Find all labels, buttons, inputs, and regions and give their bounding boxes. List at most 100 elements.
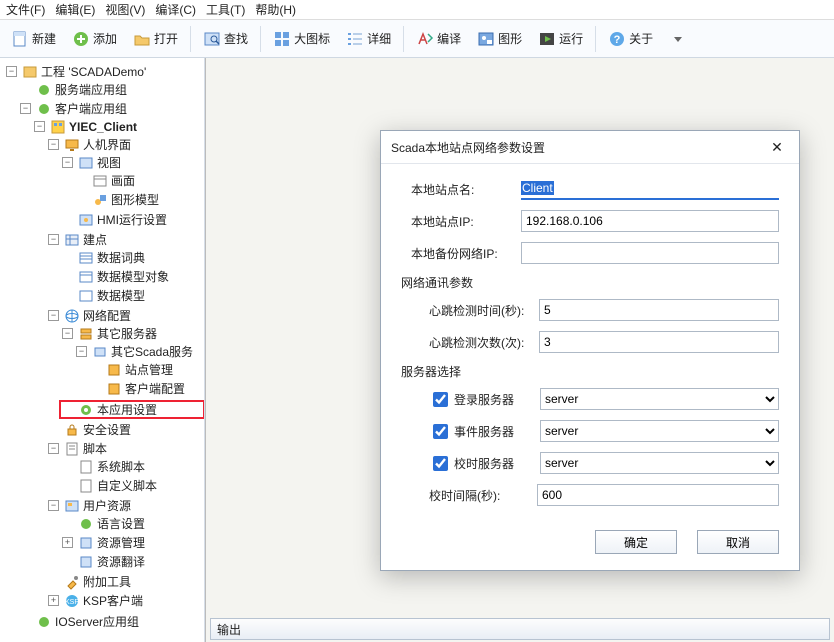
collapse-icon[interactable]: − (6, 66, 17, 77)
tree-yiec-client[interactable]: −YIEC_Client (32, 118, 204, 135)
cancel-button[interactable]: 取消 (697, 530, 779, 554)
tree-other-server[interactable]: −其它服务器 (60, 325, 204, 342)
time-server-select[interactable]: server (540, 452, 779, 474)
compile-icon (416, 30, 434, 48)
sync-interval-input[interactable] (537, 484, 779, 506)
tree-this-app-setting[interactable]: 本应用设置 (60, 401, 204, 418)
tb-about[interactable]: ? 关于 (601, 26, 660, 52)
tree-graphic-model[interactable]: 图形模型 (74, 191, 204, 208)
collapse-icon[interactable]: − (20, 103, 31, 114)
lock-icon (64, 422, 80, 438)
tb-large-icon[interactable]: 大图标 (266, 26, 337, 52)
collapse-icon[interactable]: − (76, 346, 87, 357)
site-name-input[interactable]: Client (521, 178, 779, 200)
collapse-icon[interactable]: − (34, 121, 45, 132)
collapse-icon[interactable]: − (62, 157, 73, 168)
tb-compile-label: 编译 (437, 30, 461, 47)
sync-interval-label: 校时间隔(秒): (429, 487, 537, 504)
svg-text:KSP: KSP (65, 599, 79, 606)
tree-data-model[interactable]: 数据模型 (60, 287, 204, 304)
tb-compile[interactable]: 编译 (409, 26, 468, 52)
menu-view[interactable]: 视图(V) (105, 1, 145, 18)
output-panel-header[interactable]: 输出 (210, 618, 830, 640)
menu-edit[interactable]: 编辑(E) (55, 1, 95, 18)
site-ip-input[interactable] (521, 210, 779, 232)
tree-hmi-run[interactable]: HMI运行设置 (60, 211, 204, 228)
expand-icon[interactable]: + (62, 537, 73, 548)
tree-site-mgmt[interactable]: 站点管理 (88, 361, 204, 378)
tb-detail[interactable]: 详细 (339, 26, 398, 52)
toolbar-separator (190, 26, 191, 52)
collapse-icon[interactable]: − (62, 328, 73, 339)
tb-detail-label: 详细 (367, 30, 391, 47)
backup-ip-input[interactable] (521, 242, 779, 264)
translate-icon (78, 554, 94, 570)
tb-find-label: 查找 (224, 30, 248, 47)
tree-lang-setting[interactable]: 语言设置 (60, 515, 204, 532)
collapse-icon[interactable]: − (48, 443, 59, 454)
tb-dropdown[interactable] (662, 26, 694, 52)
script-icon (78, 459, 94, 475)
tree-hmi[interactable]: −人机界面 (46, 136, 204, 153)
gear-icon (78, 402, 94, 418)
time-server-checkbox[interactable] (433, 456, 448, 471)
tree-ioserver-group[interactable]: IOServer应用组 (18, 613, 204, 630)
tree-other-scada[interactable]: −其它Scada服务 (74, 343, 204, 360)
tb-find[interactable]: 查找 (196, 26, 255, 52)
chevron-down-icon (669, 30, 687, 48)
tree-script[interactable]: −脚本 (46, 440, 204, 457)
tree-view[interactable]: −视图 (60, 154, 204, 171)
tree-user-res[interactable]: −用户资源 (46, 497, 204, 514)
heartbeat-time-input[interactable] (539, 299, 779, 321)
tb-graphic[interactable]: 图形 (470, 26, 529, 52)
ok-button[interactable]: 确定 (595, 530, 677, 554)
login-server-checkbox[interactable] (433, 392, 448, 407)
tree-res-mgmt[interactable]: +资源管理 (60, 534, 204, 551)
collapse-icon[interactable]: − (48, 310, 59, 321)
resource-icon (78, 535, 94, 551)
menu-compile[interactable]: 编译(C) (155, 1, 196, 18)
tree-addon-tools[interactable]: 附加工具 (46, 573, 204, 590)
tree-client-app-group[interactable]: −客户端应用组 (18, 100, 204, 117)
collapse-icon[interactable]: − (48, 500, 59, 511)
site-ip-label: 本地站点IP: (411, 213, 521, 230)
heartbeat-count-input[interactable] (539, 331, 779, 353)
tb-large-icon-label: 大图标 (294, 30, 330, 47)
tb-new-label: 新建 (32, 30, 56, 47)
event-server-checkbox[interactable] (433, 424, 448, 439)
tb-open[interactable]: 打开 (126, 26, 185, 52)
lang-icon (78, 516, 94, 532)
tree-server-app-group[interactable]: 服务端应用组 (18, 81, 204, 98)
menu-help[interactable]: 帮助(H) (255, 1, 296, 18)
project-tree[interactable]: − 工程 'SCADADemo' 服务端应用组 −客户端应用组 −YIEC_Cl… (0, 58, 205, 642)
menu-tools[interactable]: 工具(T) (206, 1, 245, 18)
tree-res-trans[interactable]: 资源翻译 (60, 553, 204, 570)
tree-screen[interactable]: 画面 (74, 172, 204, 189)
collapse-icon[interactable]: − (48, 139, 59, 150)
site-name-label: 本地站点名: (411, 181, 521, 198)
tree-ksp-client[interactable]: +KSPKSP客户端 (46, 592, 204, 609)
tree-net-config[interactable]: −网络配置 (46, 307, 204, 324)
login-server-label: 登录服务器 (454, 391, 540, 408)
tree-data-model-obj[interactable]: 数据模型对象 (60, 268, 204, 285)
tb-new[interactable]: 新建 (4, 26, 63, 52)
expand-icon[interactable]: + (48, 595, 59, 606)
close-icon: ✕ (771, 139, 783, 156)
dialog-close-button[interactable]: ✕ (765, 137, 789, 157)
tree-build-point[interactable]: −建点 (46, 231, 204, 248)
menu-file[interactable]: 文件(F) (6, 1, 45, 18)
tree-sys-script[interactable]: 系统脚本 (60, 458, 204, 475)
collapse-icon[interactable]: − (48, 234, 59, 245)
login-server-select[interactable]: server (540, 388, 779, 410)
tb-run[interactable]: 运行 (531, 26, 590, 52)
tree-client-cfg[interactable]: 客户端配置 (88, 380, 204, 397)
event-server-label: 事件服务器 (454, 423, 540, 440)
about-icon: ? (608, 30, 626, 48)
tree-security[interactable]: 安全设置 (46, 421, 204, 438)
event-server-select[interactable]: server (540, 420, 779, 442)
tb-add[interactable]: 添加 (65, 26, 124, 52)
tree-custom-script[interactable]: 自定义脚本 (60, 477, 204, 494)
site-icon (106, 362, 122, 378)
tree-data-dict[interactable]: 数据词典 (60, 249, 204, 266)
tree-project-root[interactable]: − 工程 'SCADADemo' (4, 63, 204, 80)
